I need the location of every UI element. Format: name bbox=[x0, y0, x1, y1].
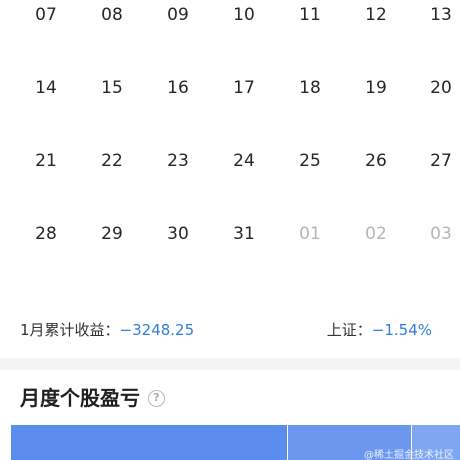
calendar-week-row: 28 29 30 31 01 02 03 bbox=[0, 219, 460, 249]
help-circle-icon[interactable]: ? bbox=[148, 389, 165, 407]
calendar-day[interactable]: 19 bbox=[351, 73, 401, 103]
calendar-day[interactable]: 09 bbox=[153, 0, 203, 30]
calendar-day[interactable]: 18 bbox=[285, 73, 335, 103]
calendar-day[interactable]: 17 bbox=[219, 73, 269, 103]
index-change: 上证：−1.54% bbox=[327, 315, 432, 345]
calendar-day[interactable]: 31 bbox=[219, 219, 269, 249]
monthly-summary: 1月累计收益：−3248.25 上证：−1.54% bbox=[0, 315, 460, 345]
calendar-day[interactable]: 07 bbox=[21, 0, 71, 30]
calendar-week-row: 21 22 23 24 25 26 27 bbox=[0, 146, 460, 176]
calendar-day[interactable]: 30 bbox=[153, 219, 203, 249]
calendar-day[interactable]: 03 bbox=[416, 219, 460, 249]
treemap-tile[interactable] bbox=[11, 425, 287, 460]
calendar-day[interactable]: 13 bbox=[416, 0, 460, 30]
calendar-day[interactable]: 25 bbox=[285, 146, 335, 176]
calendar-day[interactable]: 16 bbox=[153, 73, 203, 103]
cumulative-return-label: 1月累计收益： bbox=[20, 321, 120, 339]
calendar-week-row: 14 15 16 17 18 19 20 bbox=[0, 73, 460, 103]
watermark: @稀土掘金技术社区 bbox=[364, 450, 454, 460]
calendar-day[interactable]: 20 bbox=[416, 73, 460, 103]
section-divider bbox=[0, 358, 460, 370]
calendar-day[interactable]: 29 bbox=[87, 219, 137, 249]
calendar-day[interactable]: 23 bbox=[153, 146, 203, 176]
section-header: 月度个股盈亏 ? bbox=[20, 382, 165, 414]
calendar-day[interactable]: 01 bbox=[285, 219, 335, 249]
calendar-day[interactable]: 22 bbox=[87, 146, 137, 176]
calendar-day[interactable]: 27 bbox=[416, 146, 460, 176]
calendar-day[interactable]: 02 bbox=[351, 219, 401, 249]
calendar-day[interactable]: 10 bbox=[219, 0, 269, 30]
calendar-day[interactable]: 11 bbox=[285, 0, 335, 30]
calendar-day[interactable]: 12 bbox=[351, 0, 401, 30]
cumulative-return: 1月累计收益：−3248.25 bbox=[20, 315, 194, 345]
cumulative-return-value: −3248.25 bbox=[119, 321, 195, 339]
calendar-grid: 07 08 09 10 11 12 13 14 15 16 17 18 19 20 21 22 23 24 25 26… bbox=[0, 0, 460, 290]
calendar-day[interactable]: 26 bbox=[351, 146, 401, 176]
section-title: 月度个股盈亏 bbox=[20, 386, 140, 410]
calendar-day[interactable]: 24 bbox=[219, 146, 269, 176]
calendar-day[interactable]: 08 bbox=[87, 0, 137, 30]
calendar-day[interactable]: 28 bbox=[21, 219, 71, 249]
calendar-week-row: 07 08 09 10 11 12 13 bbox=[0, 0, 460, 30]
calendar-day[interactable]: 14 bbox=[21, 73, 71, 103]
index-change-label: 上证： bbox=[326, 321, 372, 339]
index-change-value: −1.54% bbox=[371, 321, 432, 339]
calendar-day[interactable]: 15 bbox=[87, 73, 137, 103]
calendar-day[interactable]: 21 bbox=[21, 146, 71, 176]
